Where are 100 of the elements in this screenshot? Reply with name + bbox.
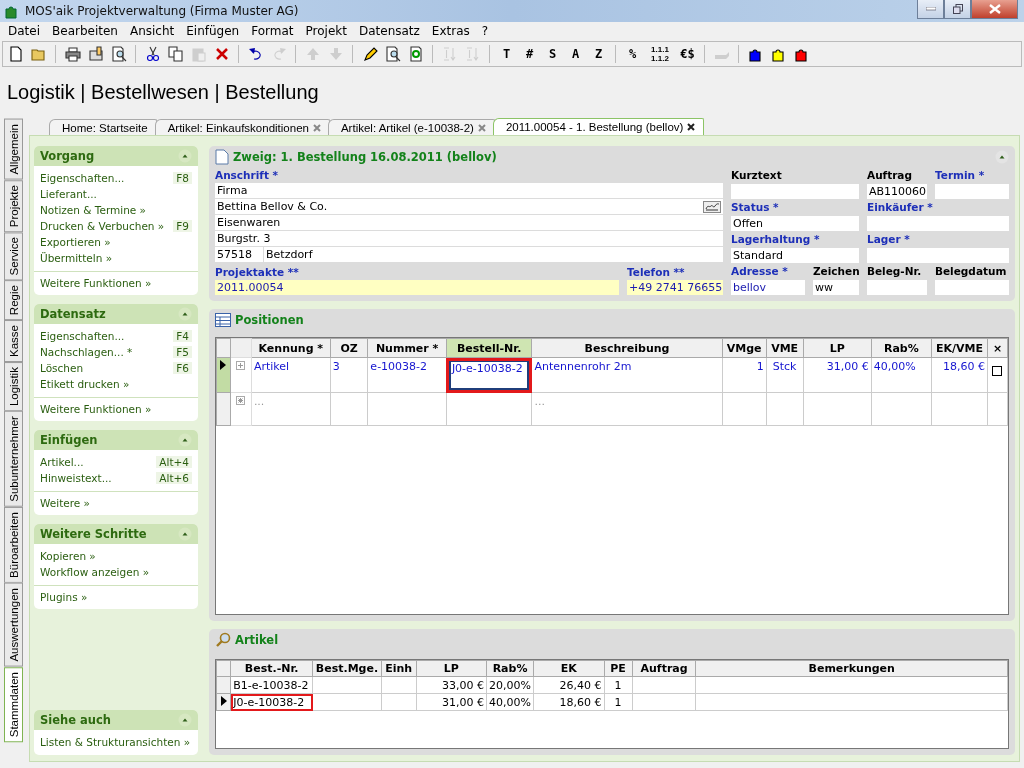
column-header[interactable]: PE [604, 660, 633, 677]
toolbar-button[interactable]: €$ [677, 44, 698, 64]
input-field[interactable]: bellov [731, 280, 805, 295]
side-tab[interactable]: Projekte [4, 179, 23, 232]
close-button[interactable] [971, 0, 1018, 19]
side-tab[interactable]: Kasse [4, 320, 23, 363]
side-tab[interactable]: Logistik [4, 362, 23, 412]
input-field[interactable] [935, 280, 1009, 295]
sidebar-link[interactable]: Eigenschaften... [40, 330, 125, 342]
sidebar-link[interactable]: Weitere Funktionen » [40, 277, 192, 289]
sidebar-link[interactable]: Hinweistext... [40, 472, 112, 484]
menu-item[interactable]: Format [245, 24, 300, 38]
search-icon[interactable] [384, 46, 401, 62]
collapse-icon[interactable] [178, 713, 192, 727]
side-tab[interactable]: Service [4, 231, 23, 281]
input-field[interactable] [867, 280, 927, 295]
collapse-icon[interactable] [995, 150, 1009, 164]
input-field[interactable] [731, 184, 859, 199]
column-header[interactable]: Kennung * [251, 338, 331, 358]
input-field[interactable]: AB110060 [867, 184, 927, 199]
signature-icon[interactable] [703, 200, 721, 213]
expand-icon[interactable] [236, 361, 246, 370]
sidebar-link[interactable]: Weitere » [40, 497, 192, 509]
toolbar-button[interactable]: S [542, 44, 563, 64]
menu-item[interactable]: Datensatz [352, 24, 426, 38]
puzzle-icon[interactable] [770, 46, 787, 62]
sidebar-link[interactable]: Exportieren » [40, 236, 111, 248]
menu-item[interactable]: Projekt [299, 24, 353, 38]
menu-item[interactable]: Extras [425, 24, 476, 38]
toolbar-button[interactable]: A [565, 44, 586, 64]
column-header[interactable]: Einh [381, 660, 417, 677]
restore-button[interactable] [944, 0, 971, 19]
sidebar-link[interactable]: Kopieren » [40, 550, 96, 562]
address-field[interactable]: Burgstr. 3 [215, 231, 723, 246]
city-field[interactable]: Betzdorf [264, 247, 723, 262]
side-tab[interactable]: Stammdaten [4, 666, 23, 742]
copy-icon[interactable] [167, 46, 184, 62]
sidebar-link[interactable]: Notizen & Termine » [40, 204, 147, 216]
puzzle-icon[interactable] [793, 46, 810, 62]
numbering-button[interactable]: 1.1.1 1.1.2 [645, 44, 675, 64]
collapse-icon[interactable] [178, 527, 192, 541]
menu-item[interactable]: Datei [2, 24, 46, 38]
document-tab[interactable]: Home: Startseite [49, 119, 157, 135]
sidebar-link[interactable]: Workflow anzeigen » [40, 566, 150, 578]
zip-field[interactable]: 57518 [215, 247, 263, 262]
toolbar-button[interactable]: T [496, 44, 517, 64]
side-tab[interactable]: Auswertungen [4, 583, 23, 667]
input-field[interactable] [867, 216, 1009, 231]
refresh-icon[interactable] [407, 46, 424, 62]
puzzle-icon[interactable] [747, 46, 764, 62]
minimize-button[interactable] [917, 0, 944, 19]
toolbar-button[interactable]: # [519, 44, 540, 64]
print-preview-icon[interactable] [110, 46, 127, 62]
column-header[interactable]: Bemerkungen [695, 660, 1008, 677]
address-field[interactable]: Firma [215, 183, 723, 198]
menu-item[interactable]: Bearbeiten [46, 24, 124, 38]
undo-icon[interactable] [247, 46, 264, 62]
folder-icon[interactable] [30, 46, 47, 62]
column-header[interactable]: LP [416, 660, 487, 677]
collapse-icon[interactable] [178, 149, 192, 163]
column-header[interactable]: Nummer * [367, 338, 447, 358]
column-header[interactable]: Best.Mge. [312, 660, 382, 677]
toolbar-button[interactable]: % [622, 44, 643, 64]
column-header[interactable]: VME [766, 338, 804, 358]
scissors-icon[interactable] [144, 46, 161, 62]
document-tab[interactable]: Artikel: Einkaufskonditionen [154, 119, 330, 135]
input-field[interactable]: ww [813, 280, 859, 295]
address-field[interactable]: Bettina Bellov & Co. [215, 199, 723, 214]
input-field[interactable] [867, 248, 1009, 263]
column-header[interactable]: EK/VME [931, 338, 988, 358]
column-header[interactable]: OZ [330, 338, 368, 358]
collapse-icon[interactable] [178, 307, 192, 321]
input-field[interactable] [935, 184, 1009, 199]
printer-icon[interactable] [64, 46, 81, 62]
checkbox[interactable] [992, 366, 1003, 376]
column-header[interactable]: Rab% [871, 338, 932, 358]
sidebar-link[interactable]: Drucken & Verbuchen » [40, 220, 165, 232]
sidebar-link[interactable]: Eigenschaften... [40, 172, 125, 184]
side-tab[interactable]: Allgemein [4, 119, 23, 180]
menu-item[interactable]: ? [475, 24, 495, 38]
column-header[interactable]: EK [533, 660, 604, 677]
input-field[interactable]: Offen [731, 216, 859, 231]
input-field[interactable]: 2011.00054 [215, 280, 619, 295]
column-header[interactable]: Beschreibung [531, 338, 723, 358]
document-tab[interactable]: 2011.00054 - 1. Bestellung (bellov) [492, 118, 705, 135]
sidebar-link[interactable]: Weitere Funktionen » [40, 403, 192, 415]
menu-item[interactable]: Einfügen [180, 24, 246, 38]
toolbar-button[interactable]: Z [588, 44, 609, 64]
expand-icon[interactable] [236, 396, 246, 405]
document-tab[interactable]: Artikel: Artikel (e-10038-2) [327, 119, 495, 135]
address-field[interactable]: Eisenwaren [215, 215, 723, 230]
collapse-icon[interactable] [178, 433, 192, 447]
column-header[interactable]: Rab% [486, 660, 534, 677]
sidebar-link[interactable]: Plugins » [40, 591, 192, 603]
column-header[interactable]: Auftrag [632, 660, 696, 677]
sidebar-link[interactable]: Etikett drucken » [40, 378, 130, 390]
input-field[interactable]: +49 2741 76655 [627, 280, 723, 295]
x-mark-icon[interactable] [213, 46, 230, 62]
side-tab[interactable]: Regie [4, 280, 23, 321]
sidebar-link[interactable]: Löschen [40, 362, 84, 374]
